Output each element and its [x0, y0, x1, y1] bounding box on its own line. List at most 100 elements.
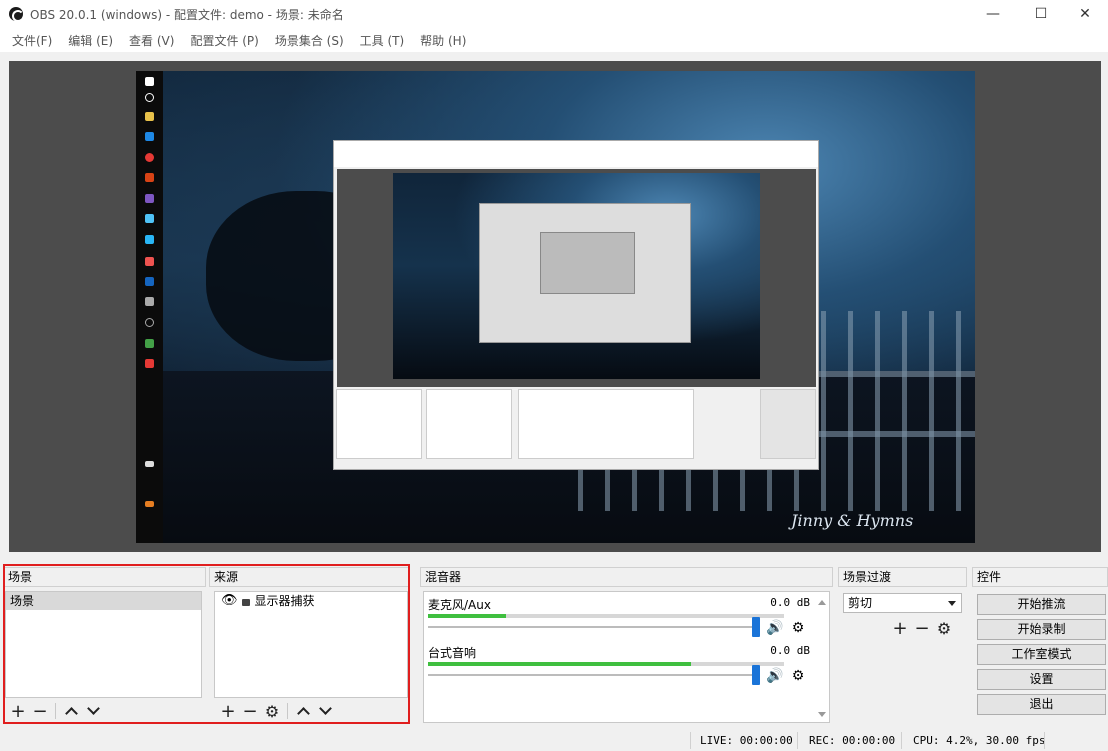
menu-scene-collection[interactable]: 场景集合 (S): [267, 32, 352, 49]
title-bar: OBS 20.0.1 (windows) - 配置文件: demo - 场景: …: [0, 0, 1108, 28]
meter-level: [428, 662, 692, 666]
controls-header: 控件: [972, 567, 1108, 587]
separator: [55, 703, 56, 719]
eye-icon[interactable]: 👁: [221, 592, 238, 610]
nested-preview: [337, 169, 816, 387]
chevron-up-icon: [296, 707, 310, 720]
start-recording-button[interactable]: 开始录制: [977, 619, 1106, 640]
sources-toolbar: + − ⚙: [217, 698, 336, 724]
cortana-icon: [145, 93, 154, 102]
nested-scenes-panel: [336, 389, 422, 459]
mixer-track-mic: 麦克风/Aux 0.0 dB 🔊 ⚙: [428, 596, 814, 642]
obs-icon: [145, 318, 154, 327]
studio-mode-button[interactable]: 工作室模式: [977, 644, 1106, 665]
nested-mixer-panel: [518, 389, 694, 459]
separator: [901, 732, 902, 749]
app-icon: [145, 235, 154, 244]
window-title: OBS 20.0.1 (windows) - 配置文件: demo - 场景: …: [30, 7, 344, 22]
desktop-taskbar: [136, 71, 163, 543]
menu-profile[interactable]: 配置文件 (P): [182, 32, 266, 49]
cpu-status: CPU: 4.2%, 30.00 fps: [913, 734, 1046, 747]
add-transition-button[interactable]: +: [889, 617, 911, 639]
rec-status: REC: 00:00:00: [809, 734, 896, 747]
nested-obs-window-2: [479, 203, 691, 343]
volume-slider-handle[interactable]: [752, 665, 760, 685]
volume-slider-track[interactable]: [428, 626, 753, 628]
scroll-down-icon[interactable]: [818, 712, 826, 717]
transition-select[interactable]: 剪切: [843, 593, 962, 613]
transitions-header: 场景过渡: [838, 567, 967, 587]
add-source-button[interactable]: +: [217, 700, 239, 722]
obs-logo-icon: [9, 7, 24, 22]
scroll-up-icon[interactable]: [818, 600, 826, 605]
move-source-down-button[interactable]: [314, 700, 336, 722]
move-scene-up-button[interactable]: [60, 700, 82, 722]
menu-tools[interactable]: 工具 (T): [352, 32, 413, 49]
start-streaming-button[interactable]: 开始推流: [977, 594, 1106, 615]
photo-signature: Jinny & Hymns: [791, 511, 914, 530]
separator: [690, 732, 691, 749]
lock-icon[interactable]: [241, 599, 250, 606]
mixer-scrollbar[interactable]: [815, 594, 829, 722]
add-scene-button[interactable]: +: [7, 700, 29, 722]
minimize-button[interactable]: —: [970, 0, 1016, 28]
speaker-icon[interactable]: 🔊: [766, 668, 783, 684]
app-icon: [145, 257, 154, 266]
exit-button[interactable]: 退出: [977, 694, 1106, 715]
menu-view[interactable]: 查看 (V): [121, 32, 182, 49]
track-name: 麦克风/Aux: [428, 598, 491, 612]
app-icon: [145, 194, 154, 203]
tray-icons: [145, 461, 154, 467]
nested-obs-window-3: [540, 232, 635, 294]
separator: [797, 732, 798, 749]
chevron-down-icon: [318, 702, 332, 715]
nested-obs-window: [333, 140, 819, 470]
captured-desktop: Jinny & Hymns: [136, 71, 975, 543]
volume-slider-handle[interactable]: [752, 617, 760, 637]
nested-controls-panel: [760, 389, 816, 459]
app-icon: [145, 359, 154, 368]
speaker-icon[interactable]: 🔊: [766, 620, 783, 636]
sources-list[interactable]: 👁 显示器捕获: [214, 591, 408, 698]
transition-gear-icon[interactable]: ⚙: [933, 617, 955, 639]
wechat-icon: [145, 339, 154, 348]
word-icon: [145, 277, 154, 286]
volume-slider-track[interactable]: [428, 674, 753, 676]
audio-mixer: 麦克风/Aux 0.0 dB 🔊 ⚙ 台式音响 0.0 dB 🔊 ⚙: [423, 591, 830, 723]
live-status: LIVE: 00:00:00: [700, 734, 793, 747]
source-item[interactable]: 👁 显示器捕获: [215, 592, 407, 610]
transitions-toolbar: + − ⚙: [889, 615, 955, 641]
volume-meter: [428, 614, 784, 618]
nested-panels: [334, 389, 818, 459]
remove-transition-button[interactable]: −: [911, 617, 933, 639]
gear-icon[interactable]: ⚙: [790, 620, 806, 636]
source-properties-gear-icon[interactable]: ⚙: [261, 700, 283, 722]
volume-meter: [428, 662, 784, 666]
mixer-track-desktop: 台式音响 0.0 dB 🔊 ⚙: [428, 644, 814, 690]
transition-value: 剪切: [848, 596, 873, 610]
scenes-list[interactable]: 场景: [5, 591, 202, 698]
remove-source-button[interactable]: −: [239, 700, 261, 722]
status-bar: LIVE: 00:00:00 REC: 00:00:00 CPU: 4.2%, …: [0, 729, 1108, 751]
nested-title: [334, 141, 818, 155]
menu-help[interactable]: 帮助 (H): [412, 32, 474, 49]
nested-sources-panel: [426, 389, 512, 459]
gear-icon[interactable]: ⚙: [790, 668, 806, 684]
separator: [1044, 732, 1045, 749]
settings-button[interactable]: 设置: [977, 669, 1106, 690]
explorer-icon: [145, 112, 154, 121]
maximize-button[interactable]: ☐: [1018, 0, 1064, 28]
remove-scene-button[interactable]: −: [29, 700, 51, 722]
move-source-up-button[interactable]: [292, 700, 314, 722]
edge-icon: [145, 132, 154, 141]
move-scene-down-button[interactable]: [82, 700, 104, 722]
close-button[interactable]: ✕: [1062, 0, 1108, 28]
scenes-toolbar: + −: [7, 698, 104, 724]
menu-edit[interactable]: 编辑 (E): [60, 32, 121, 49]
windows-start-icon: [145, 77, 154, 86]
scene-item[interactable]: 场景: [6, 592, 201, 610]
menu-bar: 文件(F) 编辑 (E) 查看 (V) 配置文件 (P) 场景集合 (S) 工具…: [0, 28, 1108, 52]
menu-file[interactable]: 文件(F): [4, 32, 60, 49]
app-icon: [145, 214, 154, 223]
nested-desktop: [393, 173, 760, 379]
